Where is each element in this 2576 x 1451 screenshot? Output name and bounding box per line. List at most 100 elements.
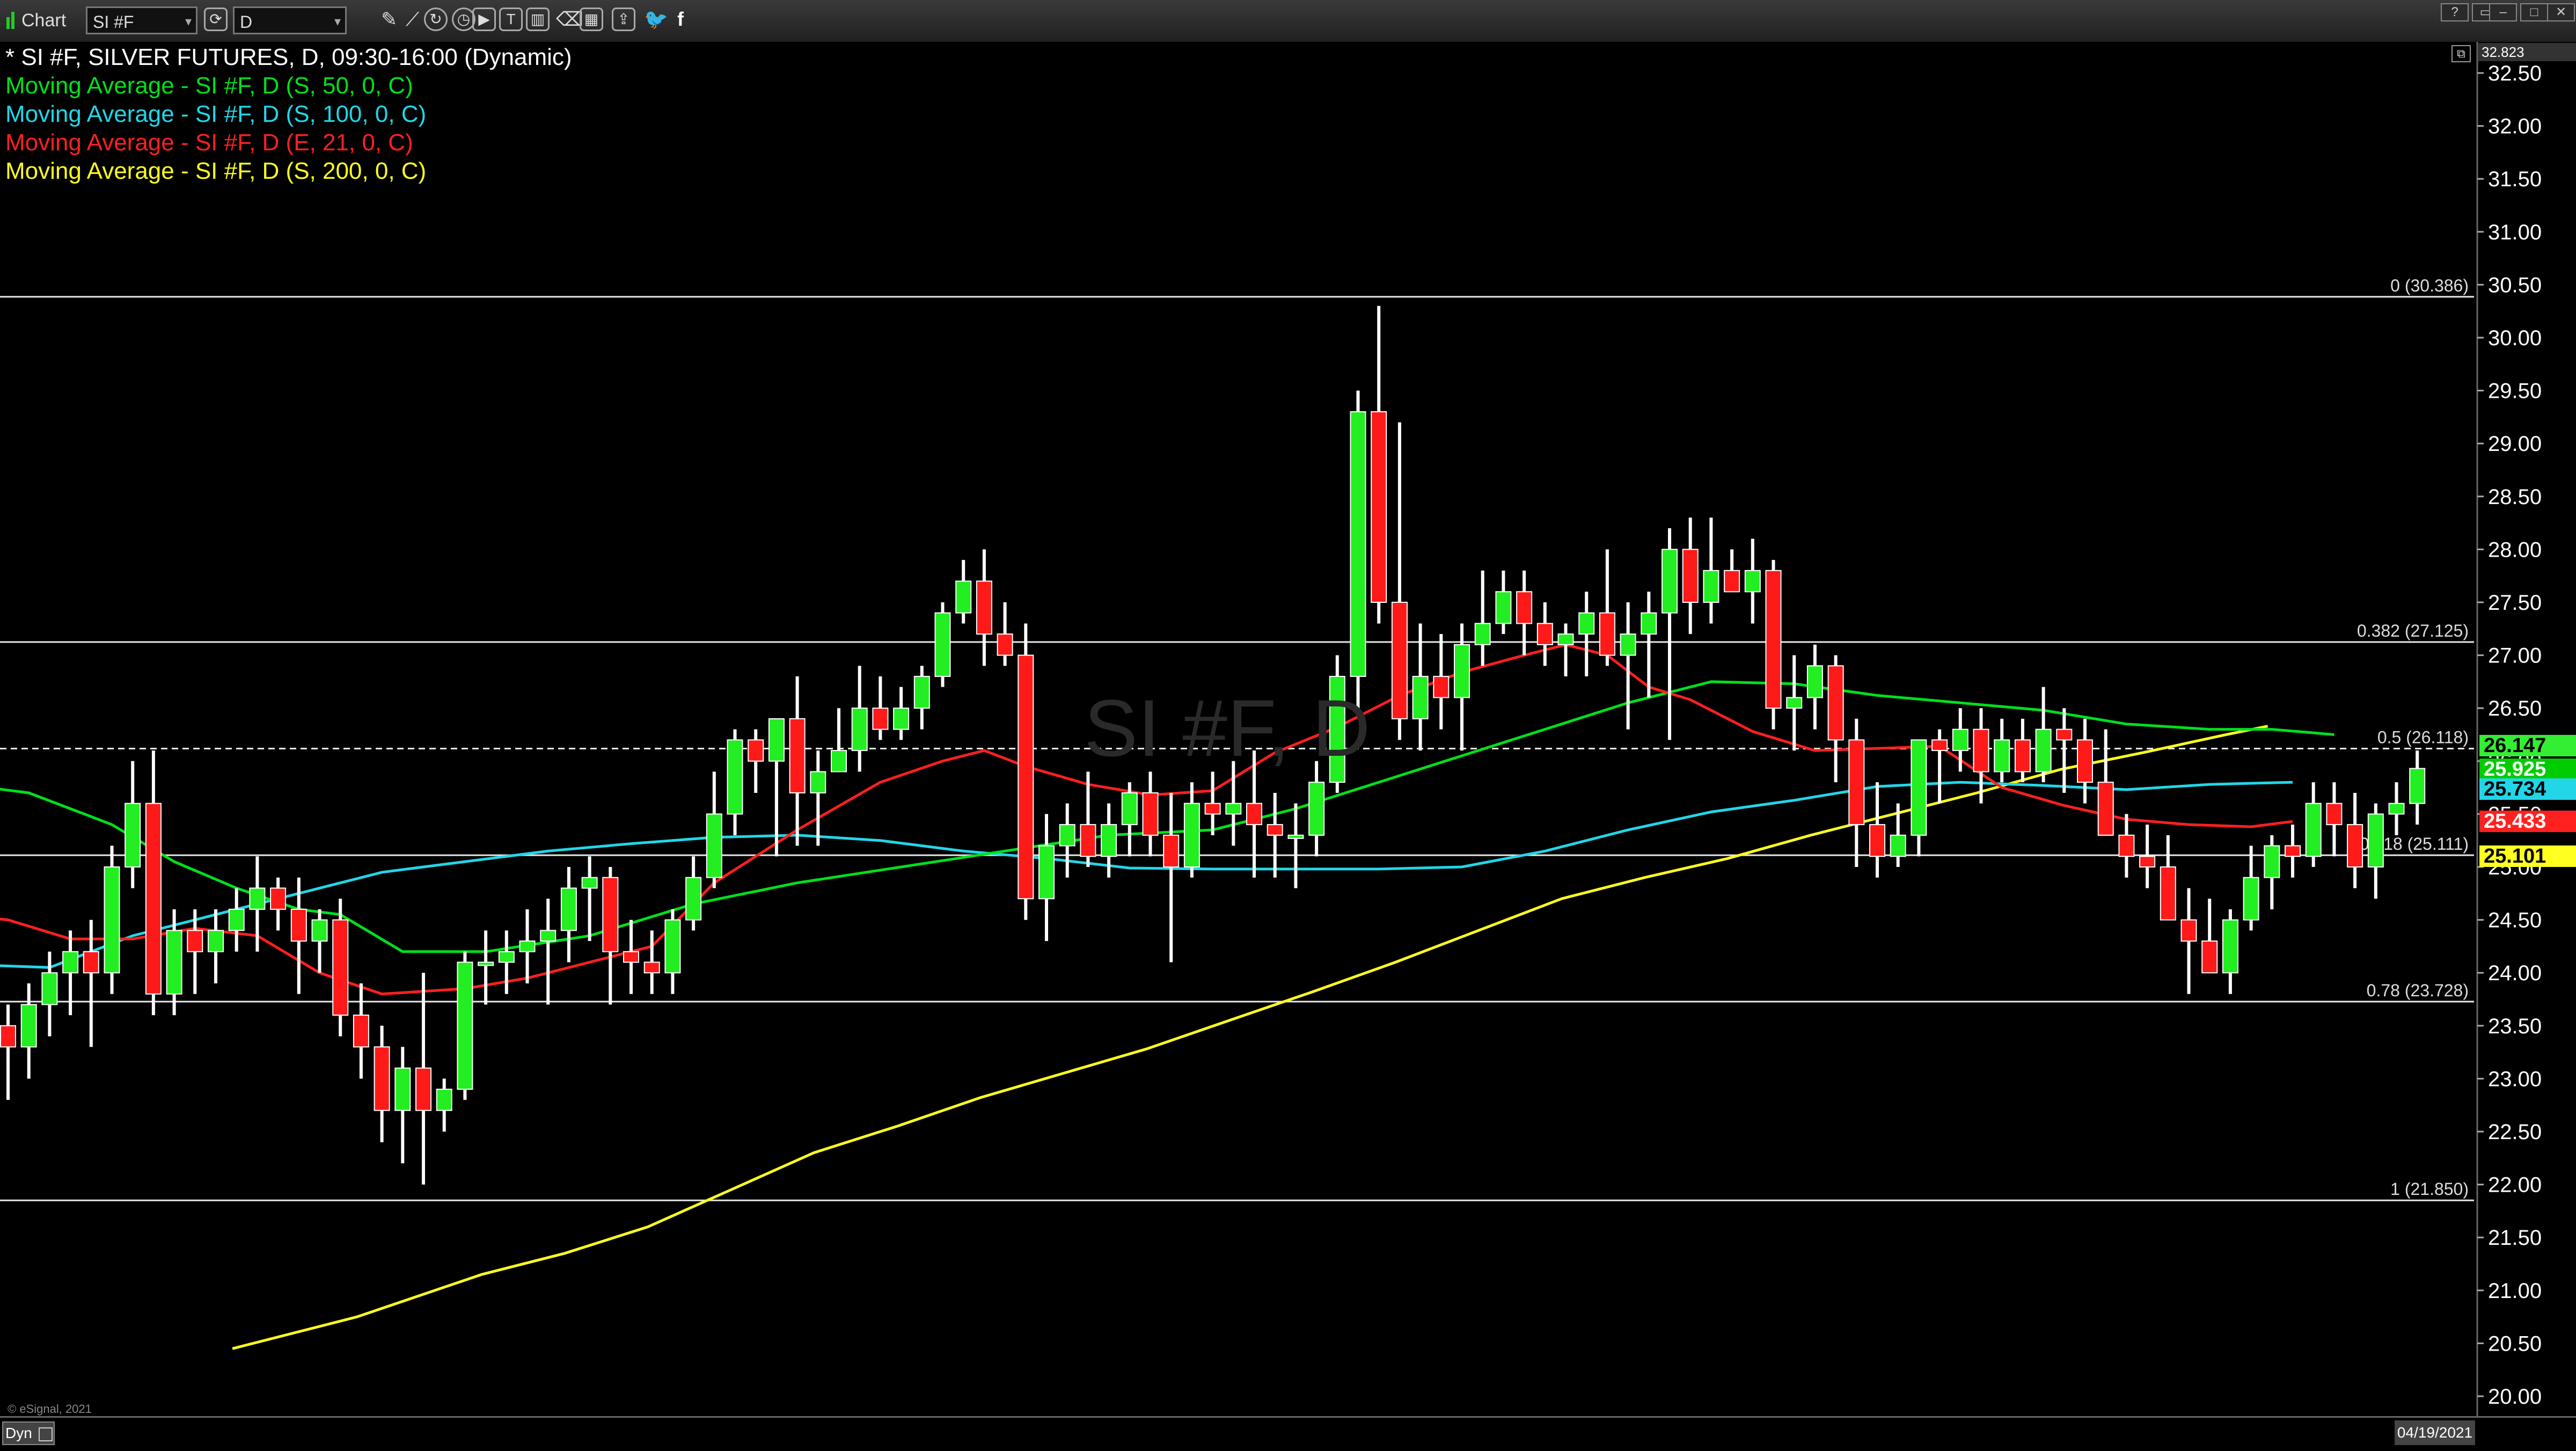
legend-ma200[interactable]: Moving Average - SI #F, D (S, 200, 0, C) [5, 157, 572, 185]
y-tick-label: 23.50 [2488, 1015, 2542, 1038]
candle-up [104, 866, 120, 974]
grid-icon [38, 1427, 53, 1441]
candle-down [748, 739, 764, 762]
candle-up [1952, 728, 1968, 752]
candle-up [1350, 411, 1366, 677]
candle-up [2305, 803, 2322, 857]
y-tick-label: 20.00 [2488, 1385, 2542, 1409]
candle-up [913, 676, 930, 709]
facebook-icon[interactable]: f [677, 8, 684, 31]
candle-up [1806, 665, 1823, 698]
text-tool-icon[interactable]: T [499, 8, 523, 31]
date-axis[interactable] [0, 1416, 2576, 1451]
candle-down [1516, 591, 1533, 624]
y-tick-label: 28.50 [2488, 485, 2542, 509]
minimize-icon[interactable]: – [2489, 3, 2517, 21]
candle-down [623, 951, 639, 963]
chart-legend: * SI #F, SILVER FUTURES, D, 09:30-16:00 … [5, 43, 572, 185]
y-tick-label: 27.00 [2488, 644, 2542, 668]
table-icon[interactable]: ▦ [580, 8, 603, 31]
candle-up [2409, 768, 2426, 804]
candle-down [1142, 792, 1159, 836]
candle-up [311, 919, 328, 942]
candle-up [2367, 813, 2384, 868]
candle-up [62, 951, 79, 974]
dynamic-button[interactable]: Dyn [2, 1421, 55, 1445]
cycle-icon[interactable]: ↻ [424, 8, 448, 31]
candle-down [1931, 739, 1948, 752]
y-tick-label: 26.50 [2488, 697, 2542, 720]
candle-up [706, 813, 722, 878]
candle-down [1724, 570, 1740, 593]
candle-down [145, 803, 162, 995]
candle-down [2201, 940, 2218, 974]
fib-level-label: 0.5 (26.118) [2377, 728, 2469, 747]
share-icon[interactable]: ⇪ [612, 8, 635, 31]
y-tick-label: 31.00 [2488, 221, 2542, 244]
candle-up [851, 708, 868, 752]
candle-down [270, 887, 287, 910]
candle-down [1204, 803, 1221, 815]
candle-down [2326, 803, 2343, 826]
candle-down [353, 1015, 369, 1048]
twitter-icon[interactable]: 🐦 [644, 8, 668, 31]
chevron-down-icon[interactable]: ▾ [185, 8, 192, 36]
candle-down [872, 708, 889, 730]
y-tick-label: 22.50 [2488, 1120, 2542, 1144]
candle-up [955, 580, 972, 614]
pencil-icon[interactable]: ✎ [381, 8, 397, 31]
maximize-icon[interactable]: □ [2520, 3, 2548, 21]
chart-app-label[interactable]: Chart [5, 5, 66, 35]
candle-down [1765, 570, 1782, 709]
legend-ma50[interactable]: Moving Average - SI #F, D (S, 50, 0, C) [5, 71, 572, 100]
candle-up [540, 930, 557, 942]
candle-up [1557, 633, 1574, 645]
draw-line-icon[interactable]: ⟋ [406, 8, 419, 31]
dyn-label: Dyn [5, 1425, 32, 1441]
candle-down [1391, 602, 1408, 719]
legend-title[interactable]: * SI #F, SILVER FUTURES, D, 09:30-16:00 … [5, 43, 572, 71]
candle-up [1059, 824, 1075, 847]
candle-down [1163, 834, 1180, 867]
close-icon[interactable]: ✕ [2547, 3, 2575, 21]
candle-up [166, 930, 182, 995]
candle-up [1474, 623, 1491, 645]
y-tick-label: 24.00 [2488, 961, 2542, 985]
measure-icon[interactable]: ▥ [526, 8, 550, 31]
candle-down [1973, 728, 1989, 772]
symbol-input[interactable]: SI #F ▾ [86, 6, 197, 34]
candle-up [249, 887, 266, 910]
candle-down [0, 1025, 16, 1048]
y-tick-label: 27.50 [2488, 591, 2542, 615]
toolbar: Chart SI #F ▾ ⟳ D ▾ ✎ ⟋ ↻ ◷ ▶ T ▥ ⌫ ▦ ⇪ … [0, 0, 2576, 43]
candle-down [1827, 665, 1844, 741]
candle-up [727, 739, 743, 815]
candle-down [332, 919, 349, 1016]
candle-down [290, 908, 307, 942]
candle-down [187, 930, 203, 952]
candle-down [643, 961, 660, 974]
candle-up [1578, 612, 1595, 635]
candle-up [664, 919, 681, 974]
candle-down [1018, 654, 1034, 900]
price-tag: 25.734 [2479, 778, 2576, 800]
candle-up [2222, 919, 2238, 974]
candle-up [519, 940, 536, 952]
candle-up [125, 803, 141, 868]
candle-down [1869, 824, 1885, 857]
axis-top-label: 32.823 [2478, 43, 2576, 61]
help-icon[interactable]: ? [2441, 3, 2469, 21]
candle-down [997, 633, 1013, 656]
refresh-icon[interactable]: ⟳ [204, 8, 228, 31]
scale-toggle-icon[interactable]: ⧉ [2451, 45, 2471, 62]
interval-input[interactable]: D ▾ [233, 6, 347, 34]
candle-down [2347, 824, 2363, 867]
legend-ma100[interactable]: Moving Average - SI #F, D (S, 100, 0, C) [5, 100, 572, 128]
candle-down [2118, 834, 2135, 857]
fib-level-label: 0.78 (23.728) [2367, 981, 2469, 1000]
legend-ema21[interactable]: Moving Average - SI #F, D (E, 21, 0, C) [5, 128, 572, 157]
candle-up [560, 887, 577, 931]
chevron-down-icon[interactable]: ▾ [334, 8, 341, 36]
candle-down [1080, 824, 1096, 857]
play-icon[interactable]: ▶ [472, 8, 496, 31]
